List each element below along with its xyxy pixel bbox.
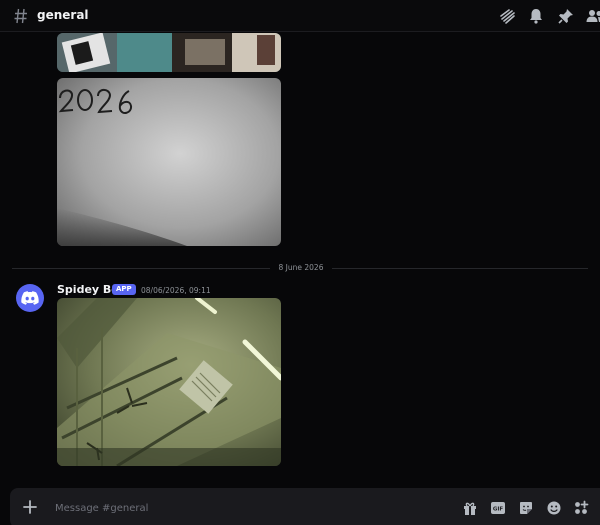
sticker-icon[interactable] (518, 500, 534, 516)
hash-icon (14, 8, 28, 24)
date-divider: 8 June 2026 (278, 263, 324, 272)
channel-header: general (0, 0, 600, 32)
camera-photo-ceiling[interactable] (57, 298, 281, 466)
date-divider-line-left (12, 268, 270, 269)
svg-text:GIF: GIF (493, 507, 504, 513)
gif-icon[interactable]: GIF (490, 500, 506, 516)
channel-name: general (37, 8, 89, 22)
gift-icon[interactable] (462, 500, 478, 516)
message-timestamp: 08/06/2026, 09:11 (141, 286, 211, 295)
message-input[interactable] (55, 498, 435, 518)
plus-icon[interactable] (22, 499, 38, 515)
avatar[interactable] (16, 284, 44, 312)
discord-logo-icon (21, 291, 39, 305)
message-composer: GIF (10, 488, 600, 525)
threads-icon[interactable] (499, 7, 517, 25)
pin-icon[interactable] (557, 7, 575, 25)
camera-photo-top[interactable] (57, 33, 281, 72)
emoji-icon[interactable] (546, 500, 562, 516)
apps-icon[interactable] (573, 500, 589, 516)
date-divider-line-right (332, 268, 588, 269)
bell-icon[interactable] (527, 7, 545, 25)
members-icon[interactable] (586, 7, 600, 25)
app-badge: APP (112, 284, 136, 295)
camera-photo-paper-2026[interactable] (57, 78, 281, 246)
